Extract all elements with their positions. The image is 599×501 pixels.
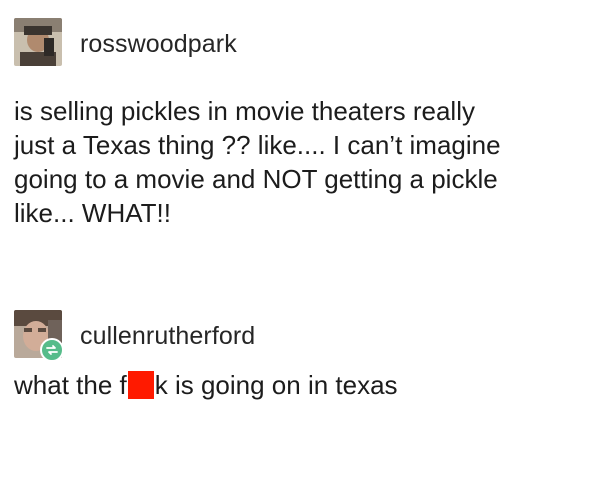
post-header: rosswoodpark — [0, 18, 599, 68]
post-header: cullenrutherford — [0, 310, 599, 362]
post-body-line: just a Texas thing ?? like.... I can’t i… — [14, 130, 501, 160]
reblog-icon — [46, 345, 58, 355]
username[interactable]: rosswoodpark — [80, 30, 237, 59]
post-body-line: is selling pickles in movie theaters rea… — [14, 96, 475, 126]
reblog-badge — [40, 338, 64, 362]
post-body: is selling pickles in movie theaters rea… — [14, 94, 594, 230]
post-body-line: what the f k is going on in texas — [14, 368, 594, 402]
avatar[interactable] — [14, 18, 62, 66]
username[interactable]: cullenrutherford — [80, 322, 255, 351]
post-reblog: cullenrutherford what the f k is going on… — [0, 310, 599, 400]
post-text-before-censor: what the f — [14, 370, 127, 400]
user-avatar-icon — [14, 18, 62, 66]
post-text-after-censor: k is going on in texas — [154, 370, 398, 400]
post-original: rosswoodpark is selling pickles in movie… — [0, 18, 599, 228]
censor-box — [127, 371, 154, 399]
post-body: what the f k is going on in texas — [14, 368, 594, 402]
post-body-line: like... WHAT!! — [14, 198, 171, 228]
post-body-line: going to a movie and NOT getting a pickl… — [14, 164, 498, 194]
